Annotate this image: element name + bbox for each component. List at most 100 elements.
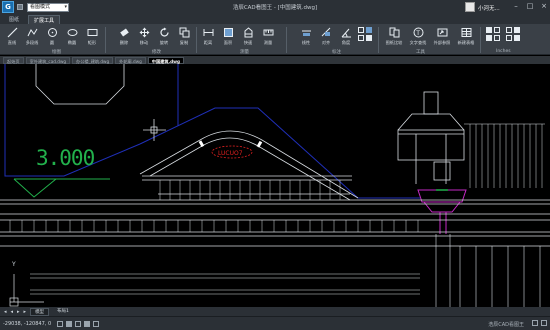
tab-drawing[interactable]: 图纸 — [4, 15, 24, 24]
doc-tab[interactable]: 办公楼_建筑.dwg — [72, 56, 114, 64]
rotate-tool-button[interactable]: 旋转 — [154, 26, 174, 47]
doc-tab[interactable]: 外轮廓.dwg — [115, 56, 146, 64]
ribbon-tabstrip: 图纸 扩展工具 — [0, 14, 550, 24]
aligned-dim-tool-button[interactable]: 对齐 — [316, 26, 336, 47]
doc-tab-active[interactable]: 中国建筑.dwg — [147, 56, 184, 64]
linear-dim-tool-button[interactable]: 线性 — [296, 26, 316, 47]
circle-tool-button[interactable]: 圆 — [42, 26, 62, 47]
area-tool-button[interactable]: 面积 — [218, 26, 238, 47]
tool-label: 多段线 — [25, 40, 39, 45]
drawing-canvas[interactable]: LUCUO7 3.000 Y — [0, 64, 550, 317]
tab-layout1[interactable]: 布局1 — [53, 308, 73, 316]
tool-label: 移动 — [139, 40, 149, 45]
angle-dim-tool-button[interactable]: 角度 — [336, 26, 356, 47]
section-label: LUCUO7 — [218, 150, 243, 157]
doc-tab[interactable]: 室外建筑_cad.dwg — [25, 56, 71, 64]
distance-tool-button[interactable]: 距离 — [198, 26, 218, 47]
tool-label: 圆 — [49, 40, 55, 45]
last-tab-icon[interactable]: ▸ — [24, 309, 27, 315]
unit-grid-icon[interactable] — [494, 27, 500, 33]
line-tool-button[interactable]: 直线 — [2, 26, 22, 47]
osnap-toggle-icon[interactable] — [84, 320, 91, 327]
table-icon — [461, 28, 471, 37]
measure-tool-button[interactable]: 测量 — [258, 26, 278, 47]
prev-tab-icon[interactable]: ◂ — [11, 309, 14, 315]
first-tab-icon[interactable]: ◂ — [4, 309, 7, 315]
dim-arrow-icon[interactable] — [366, 35, 372, 41]
next-tab-icon[interactable]: ▸ — [17, 309, 20, 315]
polar-toggle-icon[interactable] — [75, 320, 82, 327]
quick-measure-tool-button[interactable]: 快速 — [238, 26, 258, 47]
close-button[interactable]: × — [540, 2, 548, 10]
fullscreen-icon[interactable] — [532, 320, 538, 326]
ucs-y-label: Y — [12, 261, 16, 268]
tab-extension-tools[interactable]: 扩展工具 — [28, 15, 61, 24]
snap-toggle-icon[interactable] — [57, 320, 64, 327]
octagon-shape — [35, 64, 125, 105]
elevation-value: 3.000 — [36, 146, 95, 170]
lineweight-toggle-icon[interactable] — [93, 320, 100, 327]
tool-label: 测量 — [263, 40, 273, 45]
copy-tool-button[interactable]: 复制 — [174, 26, 194, 47]
group-divider — [286, 27, 287, 53]
mode-dropdown[interactable]: 看图模式 ▾ — [27, 2, 69, 12]
app-logo-icon[interactable]: G — [2, 1, 14, 13]
line-icon — [7, 27, 17, 38]
minimize-button[interactable]: – — [512, 2, 520, 10]
dim-text-icon[interactable] — [358, 35, 364, 41]
column-lines — [435, 234, 541, 317]
cursor-coordinates: -29038, -120847, 0 — [3, 320, 52, 327]
polyline-icon — [27, 28, 37, 37]
ortho-toggle-icon[interactable] — [66, 320, 73, 327]
svg-text:T: T — [415, 30, 420, 37]
avatar[interactable] — [465, 2, 475, 12]
tool-label: 复制 — [179, 40, 189, 45]
settings-icon[interactable] — [541, 320, 547, 326]
unit-weight-icon[interactable] — [506, 35, 512, 41]
corner-tools — [532, 320, 547, 326]
doc-tab[interactable]: 起始页 — [3, 56, 24, 64]
tool-label: 外部参照 — [433, 40, 451, 45]
circle-icon — [47, 28, 57, 37]
app-brand: 浩辰CAD看图王 — [488, 322, 524, 328]
units-icons-left — [486, 27, 500, 41]
tab-model[interactable]: 模型 — [30, 307, 50, 316]
compare-tool-button[interactable]: 图纸比较 — [384, 26, 404, 47]
polyline-tool-button[interactable]: 多段线 — [22, 26, 42, 47]
move-tool-button[interactable]: 移动 — [134, 26, 154, 47]
roof-gable — [139, 130, 359, 201]
tool-label: 对齐 — [321, 40, 331, 45]
group-divider — [378, 27, 379, 53]
text-search-tool-button[interactable]: T 文字查找 — [408, 26, 428, 47]
eraser-icon — [119, 28, 129, 37]
unit-polar-icon[interactable] — [494, 35, 500, 41]
user-name[interactable]: 小河无... — [478, 4, 500, 12]
magenta-capital — [417, 189, 467, 234]
linear-dim-icon — [301, 30, 311, 36]
unit-track-icon[interactable] — [514, 27, 520, 33]
save-icon[interactable] — [17, 4, 23, 10]
group-label: 工具 — [416, 50, 425, 55]
erase-tool-button[interactable]: 删除 — [114, 26, 134, 47]
tool-label: 删除 — [119, 40, 129, 45]
group-label: Inches — [496, 49, 511, 54]
dim-style-icon[interactable] — [358, 27, 364, 33]
unit-ortho-icon[interactable] — [486, 35, 492, 41]
status-bar: -29038, -120847, 0 浩辰CAD看图王 — [0, 316, 550, 330]
aligned-dim-icon — [321, 27, 330, 37]
tool-label: 矩形 — [87, 40, 97, 45]
unit-osnap-icon[interactable] — [506, 27, 512, 33]
dim-edit-icon[interactable] — [366, 27, 372, 33]
ellipse-tool-button[interactable]: 椭圆 — [62, 26, 82, 47]
rectangle-tool-button[interactable]: 矩形 — [82, 26, 102, 47]
tool-label: 线性 — [301, 40, 311, 45]
new-table-tool-button[interactable]: 新建表格 — [456, 26, 476, 47]
maximize-button[interactable]: □ — [526, 2, 534, 10]
ribbon-panel: 直线 多段线 圆 椭圆 矩形 绘图 删除 移动 旋转 复制 修改 距离 面积 快… — [0, 24, 550, 55]
xref-tool-button[interactable]: 外部参照 — [432, 26, 452, 47]
unit-snap-icon[interactable] — [486, 27, 492, 33]
ridge-ornament-left — [198, 140, 205, 148]
unit-scale-icon[interactable] — [514, 35, 520, 41]
tool-label: 椭圆 — [67, 40, 77, 45]
compare-icon — [389, 27, 399, 38]
